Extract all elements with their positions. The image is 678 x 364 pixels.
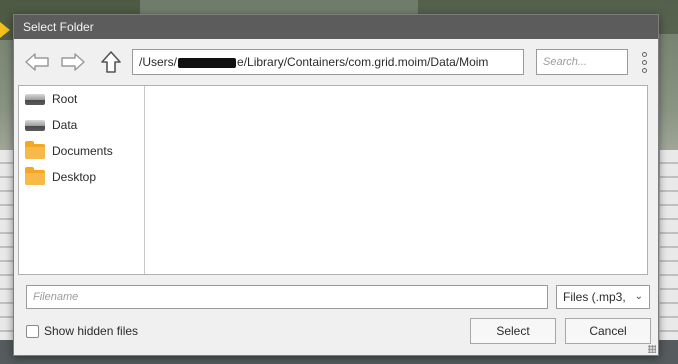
search-input[interactable]: Search... (536, 49, 628, 75)
more-options-button[interactable] (636, 49, 652, 75)
folder-icon (25, 167, 45, 185)
folder-icon (25, 141, 45, 159)
cancel-button[interactable]: Cancel (565, 318, 651, 344)
file-type-value: Files (.mp3, (563, 290, 626, 304)
select-folder-dialog: Select Folder /Users/e/Library/Container… (13, 14, 659, 356)
up-button[interactable] (98, 49, 124, 75)
drive-icon (25, 117, 45, 133)
more-dot-icon (641, 59, 647, 65)
chevron-down-icon: ⌄ (634, 291, 643, 302)
background-guardrail (660, 150, 678, 350)
browser-panel: Root Data Documents Desktop (18, 85, 648, 275)
sidebar-item-desktop[interactable]: Desktop (19, 164, 144, 190)
show-hidden-toggle[interactable]: Show hidden files (26, 321, 138, 341)
path-suffix: e/Library/Containers/com.grid.moim/Data/… (237, 55, 489, 69)
sidebar-item-root[interactable]: Root (19, 86, 144, 112)
more-dot-icon (641, 67, 647, 73)
resize-grip-icon[interactable] (648, 345, 656, 353)
sidebar-item-label: Root (52, 92, 78, 106)
arrow-up-icon (101, 51, 121, 73)
sidebar-item-label: Documents (52, 144, 113, 158)
file-type-select[interactable]: Files (.mp3, ⌄ (556, 285, 650, 309)
background-marker-icon (0, 22, 10, 38)
arrow-right-icon (61, 53, 85, 71)
sidebar: Root Data Documents Desktop (19, 86, 145, 274)
drive-icon (25, 91, 45, 107)
path-input[interactable]: /Users/e/Library/Containers/com.grid.moi… (132, 49, 524, 75)
sidebar-item-documents[interactable]: Documents (19, 138, 144, 164)
show-hidden-checkbox[interactable] (26, 324, 39, 338)
sidebar-item-label: Data (52, 118, 78, 132)
sidebar-item-data[interactable]: Data (19, 112, 144, 138)
path-prefix: /Users/ (139, 55, 178, 69)
back-button[interactable] (24, 49, 50, 75)
file-list[interactable] (146, 86, 647, 274)
sidebar-item-label: Desktop (52, 170, 97, 184)
select-button[interactable]: Select (470, 318, 556, 344)
toolbar: /Users/e/Library/Containers/com.grid.moi… (14, 39, 658, 85)
dialog-title: Select Folder (14, 15, 658, 39)
arrow-left-icon (25, 53, 49, 71)
forward-button[interactable] (60, 49, 86, 75)
show-hidden-label: Show hidden files (44, 324, 139, 338)
background-guardrail (0, 150, 14, 350)
redacted-username (178, 57, 237, 68)
filename-input[interactable]: Filename (26, 285, 548, 309)
more-dot-icon (641, 51, 647, 57)
